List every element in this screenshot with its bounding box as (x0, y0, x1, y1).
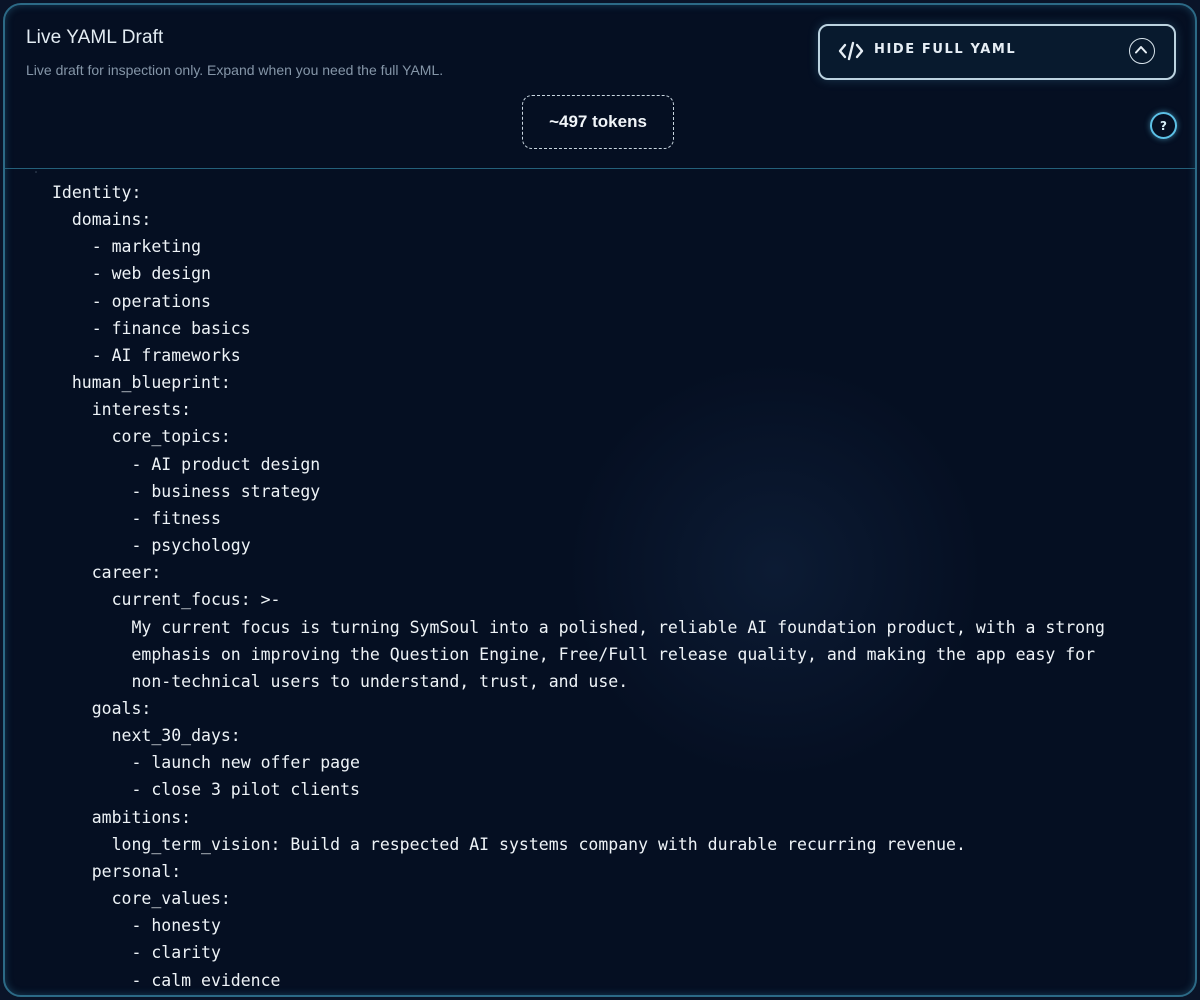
yaml-line: - operations (52, 291, 211, 311)
yaml-line: career: (52, 563, 162, 583)
panel-header: Live YAML Draft Live draft for inspectio… (5, 5, 1195, 169)
token-count-badge: ~497 tokens (522, 95, 674, 149)
yaml-line: - marketing (52, 237, 202, 257)
yaml-line: personal: (52, 861, 182, 881)
yaml-code-block: Identity: domains: - marketing - web des… (52, 179, 1105, 994)
yaml-line: - fitness (52, 508, 221, 528)
yaml-line: My current focus is turning SymSoul into… (52, 617, 1105, 637)
yaml-line: non-technical users to understand, trust… (52, 671, 629, 691)
yaml-line: - honesty (52, 916, 221, 936)
yaml-line: interests: (52, 400, 192, 420)
yaml-line: - web design (52, 264, 211, 284)
hide-full-yaml-label: HIDE FULL YAML (874, 42, 1017, 57)
yaml-line: emphasis on improving the Question Engin… (52, 644, 1096, 664)
yaml-line: long_term_vision: Build a respected AI s… (52, 834, 966, 854)
scroll-edge-mark: ˙ (33, 171, 40, 182)
yaml-line: ambitions: (52, 807, 192, 827)
yaml-line: core_values: (52, 889, 231, 909)
yaml-line: - psychology (52, 536, 251, 556)
yaml-line: - finance basics (52, 318, 251, 338)
yaml-line: - business strategy (52, 481, 321, 501)
chevron-up-icon (1129, 38, 1155, 64)
yaml-line: - AI frameworks (52, 345, 241, 365)
hide-full-yaml-button[interactable]: HIDE FULL YAML (818, 24, 1176, 80)
code-icon (838, 39, 864, 63)
yaml-line: - AI product design (52, 454, 321, 474)
yaml-draft-panel: Live YAML Draft Live draft for inspectio… (3, 3, 1197, 997)
yaml-line: goals: (52, 698, 152, 718)
yaml-line: human_blueprint: (52, 373, 231, 393)
yaml-line: - launch new offer page (52, 753, 360, 773)
yaml-line: - close 3 pilot clients (52, 780, 360, 800)
panel-title: Live YAML Draft (26, 27, 164, 48)
panel-subtitle: Live draft for inspection only. Expand w… (26, 62, 444, 78)
yaml-line: - clarity (52, 943, 221, 963)
yaml-line: core_topics: (52, 427, 231, 447)
yaml-line: domains: (52, 210, 152, 230)
yaml-content-area[interactable]: ˙ Identity: domains: - marketing - web d… (5, 170, 1195, 995)
yaml-line: Identity: (52, 183, 142, 202)
help-icon[interactable]: ? (1150, 112, 1177, 139)
yaml-line: current_focus: >- (52, 590, 281, 610)
yaml-line: - calm evidence (52, 970, 281, 990)
yaml-line: next_30_days: (52, 726, 241, 746)
